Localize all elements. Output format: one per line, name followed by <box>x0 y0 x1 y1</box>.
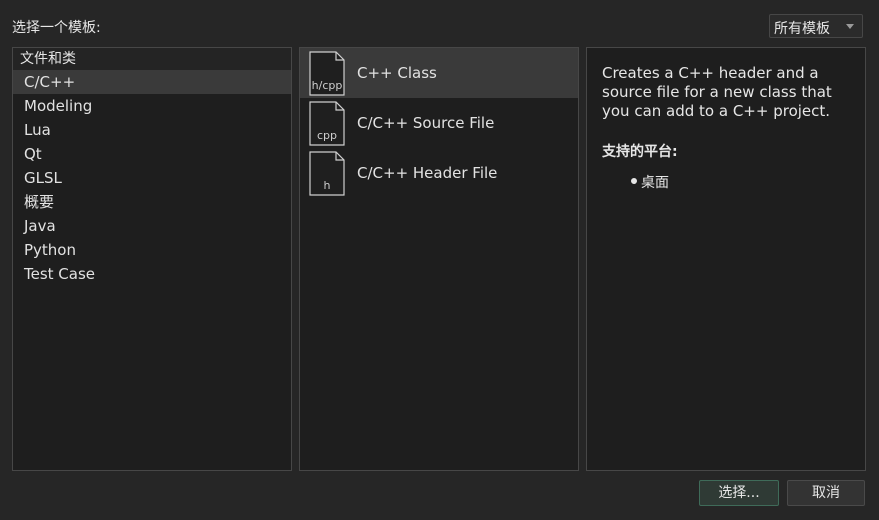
category-item-modeling[interactable]: Modeling <box>13 94 291 118</box>
category-item-cpp[interactable]: C/C++ <box>13 70 291 94</box>
category-item-glsl[interactable]: GLSL <box>13 166 291 190</box>
template-filter-value: 所有模板 <box>774 21 830 37</box>
category-list[interactable]: 文件和类 C/C++ Modeling Lua Qt GLSL 概要 Java … <box>12 47 292 471</box>
category-item-overview[interactable]: 概要 <box>13 190 291 214</box>
bullet-icon <box>631 178 637 184</box>
template-item-source-file[interactable]: cpp C/C++ Source File <box>300 98 578 148</box>
category-item-qt[interactable]: Qt <box>13 142 291 166</box>
template-label: C/C++ Source File <box>357 114 495 132</box>
platforms-heading: 支持的平台: <box>602 144 678 160</box>
file-icon: h/cpp <box>309 51 345 96</box>
template-item-header-file[interactable]: h C/C++ Header File <box>300 148 578 198</box>
category-item-lua[interactable]: Lua <box>13 118 291 142</box>
file-icon-text: h/cpp <box>311 79 343 92</box>
cancel-button[interactable]: 取消 <box>787 480 865 506</box>
prompt-label: 选择一个模板: <box>12 20 101 36</box>
category-group-header: 文件和类 <box>13 48 291 70</box>
file-icon: cpp <box>309 101 345 146</box>
template-label: C++ Class <box>357 64 437 82</box>
platform-item: 桌面 <box>631 172 669 192</box>
template-list[interactable]: h/cpp C++ Class cpp C/C++ Source File h … <box>299 47 579 471</box>
file-icon-text: h <box>323 179 331 192</box>
platform-label: 桌面 <box>641 175 669 191</box>
template-item-cpp-class[interactable]: h/cpp C++ Class <box>300 48 578 98</box>
file-icon: h <box>309 151 345 196</box>
category-item-java[interactable]: Java <box>13 214 291 238</box>
template-details: Creates a C++ header and a source file f… <box>586 47 866 471</box>
template-label: C/C++ Header File <box>357 164 498 182</box>
template-description: Creates a C++ header and a source file f… <box>602 64 832 120</box>
category-item-test-case[interactable]: Test Case <box>13 262 291 286</box>
chevron-down-icon <box>846 24 854 29</box>
file-icon-text: cpp <box>316 129 337 142</box>
choose-button[interactable]: 选择... <box>699 480 779 506</box>
category-item-python[interactable]: Python <box>13 238 291 262</box>
template-filter-dropdown[interactable]: 所有模板 <box>769 14 863 38</box>
